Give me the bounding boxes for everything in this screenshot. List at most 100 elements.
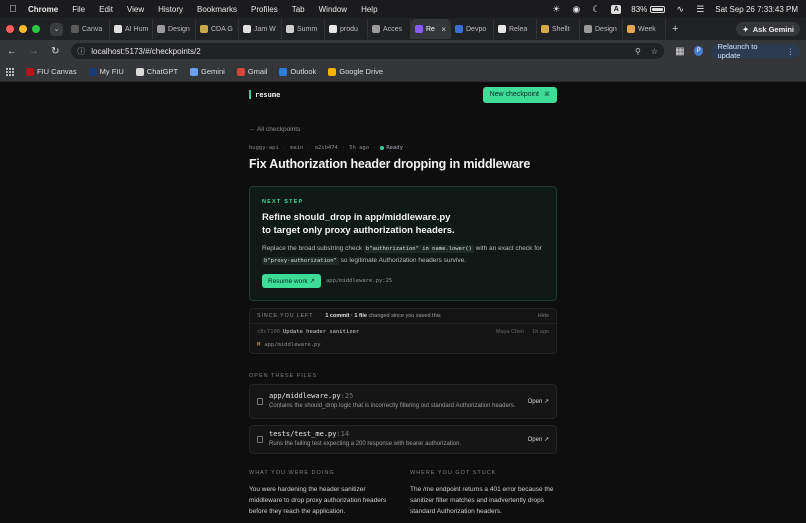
meta-branch: main [290,145,304,151]
menu-bookmarks[interactable]: Bookmarks [197,5,237,14]
menu-profiles[interactable]: Profiles [251,5,278,14]
bookmark-item[interactable]: Outlook [279,67,316,76]
bookmark-item[interactable]: Google Drive [328,67,383,76]
menubar-clock[interactable]: Sat Sep 26 7:33:43 PM [715,5,798,14]
new-checkpoint-button[interactable]: New checkpoint ⌘ [482,86,557,103]
control-center-icon[interactable]: ☰ [695,4,705,14]
bookmark-favicon-icon [190,67,199,76]
macos-menubar:  Chrome File Edit View History Bookmark… [0,0,806,18]
file-card-test[interactable]: tests/test_me.py:14 Runs the failing tes… [249,425,557,454]
menu-help[interactable]: Help [361,5,377,14]
menu-app-name[interactable]: Chrome [28,5,58,14]
zoom-window-button[interactable] [32,25,40,33]
browser-tab[interactable]: Canva [67,19,110,39]
tab-label: AI Hum [125,25,149,33]
close-tab-icon[interactable]: × [441,25,446,34]
tab-favicon-icon [415,25,423,33]
resume-work-button[interactable]: Resume work ↗ [262,274,321,288]
doing-label: WHAT YOU WERE DOING [249,470,335,476]
stuck-label: WHERE YOU GOT STUCK [410,470,497,476]
tab-label: Summ [297,25,318,33]
address-url[interactable]: localhost:5173/#/checkpoints/2 [91,47,200,56]
address-bar[interactable]: ⓘ localhost:5173/#/checkpoints/2 ⚲ ☆ [71,43,665,59]
bookmark-item[interactable]: Gemini [190,67,225,76]
close-window-button[interactable] [6,25,14,33]
browser-tab[interactable]: Acces [368,19,411,39]
input-source-icon[interactable]: A [611,4,622,14]
brightness-icon[interactable]: ☀ [551,4,561,14]
since-label: SINCE YOU LEFT [257,313,314,319]
all-checkpoints-link[interactable]: ← All checkpoints [249,126,300,133]
resume-file-path[interactable]: app/middleware.py:25 [326,278,392,284]
browser-tab[interactable]: Summ [282,19,325,39]
desc-part-b: with an exact check for [473,245,542,252]
forward-arrow-icon[interactable]: → [28,46,40,57]
status-label: Ready [386,145,403,151]
ask-gemini-button[interactable]: ✦ Ask Gemini [736,22,800,36]
relaunch-to-update-button[interactable]: Relaunch to update ⋮ [711,42,800,60]
gemini-sparkle-icon: ✦ [742,24,749,34]
relaunch-label: Relaunch to update [717,42,758,60]
bookmark-favicon-icon [26,67,34,76]
browser-tab[interactable]: Design [153,19,196,39]
app-brand[interactable]: resume [249,90,280,99]
bookmark-item[interactable]: ChatGPT [135,67,178,76]
tab-active[interactable]: Re × [411,19,451,39]
browser-tab[interactable]: Design [580,19,623,39]
new-tab-plus-icon[interactable]: + [672,23,678,35]
bookmark-item[interactable]: My FIU [88,67,124,76]
menubar-status-area: ☀ ◉ ☾ A 83% ∿ ☰ Sat Sep 26 7:33:43 PM [551,4,798,14]
bookmark-star-icon[interactable]: ☆ [651,47,658,56]
bookmark-label: FIU Canvas [37,67,77,76]
browser-tab[interactable]: Jam W [239,19,282,39]
bookmark-item[interactable]: FIU Canvas [26,67,77,76]
apple-icon[interactable]:  [8,4,18,15]
commit-row[interactable]: c8c7106 Update header sanitizer Maya Che… [250,324,556,339]
menu-history[interactable]: History [158,5,183,14]
browser-tab[interactable]: produ [325,19,368,39]
open-file-button[interactable]: Open ↗ [528,436,549,443]
bookmark-label: Gmail [247,67,268,76]
reload-icon[interactable]: ↻ [50,46,62,57]
browser-tab[interactable]: Relea [494,19,537,39]
tab-favicon-icon [498,25,506,33]
tab-label: produ [340,25,358,33]
browser-tab[interactable]: Week [623,19,666,39]
shortcut-hint: ⌘ [544,92,550,98]
tab-list: Canva AI Hum Design CDA G Jam W Summ produ Acce… [67,19,666,39]
extensions-puzzle-icon[interactable]: ▦ [674,46,686,57]
minimize-window-button[interactable] [19,25,27,33]
open-file-button[interactable]: Open ↗ [528,398,549,405]
apps-grid-icon[interactable] [6,67,14,76]
browser-tab[interactable]: Devpo [451,19,494,39]
zoom-magnifier-icon[interactable]: ⚲ [635,47,641,56]
back-arrow-icon[interactable]: ← [6,46,18,57]
tab-label: Re [426,25,435,33]
next-step-card: NEXT STEP Refine should_drop in app/midd… [249,186,557,301]
tab-favicon-icon [71,25,79,33]
changed-file-row[interactable]: M app/middleware.py [250,339,556,351]
browser-tab[interactable]: CDA G [196,19,239,39]
focus-moon-icon[interactable]: ☾ [591,4,601,14]
menu-window[interactable]: Window [319,5,347,14]
brand-accent-bar [249,90,251,99]
menu-file[interactable]: File [72,5,85,14]
extension-menu-icon[interactable]: ◉ [571,4,581,14]
where-you-got-stuck: WHERE YOU GOT STUCK The /me endpoint ret… [410,470,560,517]
browser-tab[interactable]: AI Hum [110,19,153,39]
profile-avatar[interactable]: P [693,46,704,56]
page-title: Fix Authorization header dropping in mid… [249,157,531,171]
browser-tab[interactable]: Shellt [537,19,580,39]
site-info-icon[interactable]: ⓘ [77,46,85,57]
menu-tab[interactable]: Tab [292,5,305,14]
tab-search-chevron-icon[interactable]: ⌄ [50,22,63,36]
hide-button[interactable]: Hide [538,313,549,319]
menu-edit[interactable]: Edit [99,5,113,14]
next-step-title-line-1: Refine should_drop in app/middleware.py [262,212,451,223]
file-card-middleware[interactable]: app/middleware.py:25 Contains the should… [249,384,557,419]
wifi-icon[interactable]: ∿ [675,4,685,14]
tab-label: Canva [82,25,103,33]
menu-view[interactable]: View [127,5,144,14]
bookmark-item[interactable]: Gmail [236,67,268,76]
battery-indicator[interactable]: 83% [631,5,666,14]
